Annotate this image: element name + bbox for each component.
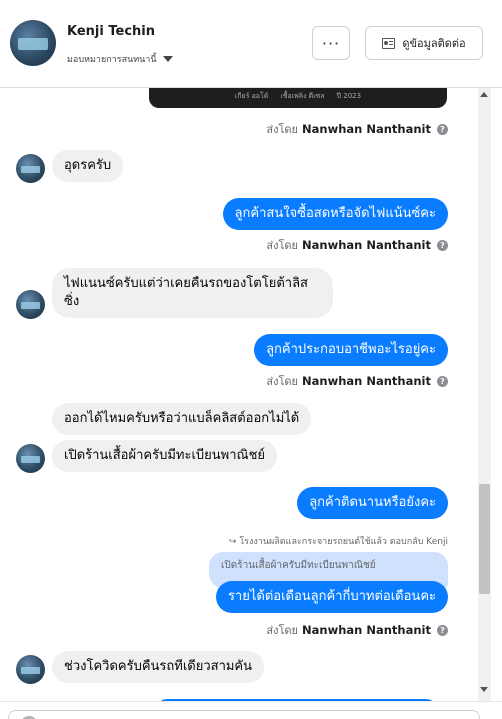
sender-avatar[interactable] bbox=[16, 655, 45, 684]
assign-conversation-dropdown[interactable]: มอบหมายการสนทนานี้ bbox=[67, 52, 173, 66]
more-icon: ··· bbox=[321, 33, 341, 53]
more-options-button[interactable]: ··· bbox=[312, 26, 350, 60]
view-contact-label: ดูข้อมูลติดต่อ bbox=[402, 37, 466, 50]
outgoing-message[interactable]: ลูกค้าติดนานหรือยังคะ bbox=[297, 487, 448, 519]
sender-name: Nanwhan Nanthanit bbox=[302, 374, 431, 388]
reply-context-note: ↪ โรงงานผลิตและกระจายรถยนต์ใช้แล้ว ตอบกล… bbox=[228, 537, 448, 547]
assign-label: มอบหมายการสนทนานี้ bbox=[67, 55, 157, 65]
message-input[interactable] bbox=[8, 710, 480, 719]
sender-name: Nanwhan Nanthanit bbox=[302, 623, 431, 637]
conversation-header: Kenji Techin มอบหมายการสนทนานี้ ··· ดูข้… bbox=[0, 0, 502, 88]
incoming-message[interactable]: ไฟแนนซ์ครับแต่ว่าเคยคืนรถของโตโยต้าลิสซิ… bbox=[52, 268, 333, 318]
sender-avatar[interactable] bbox=[16, 154, 45, 183]
view-contact-button[interactable]: ดูข้อมูลติดต่อ bbox=[365, 26, 483, 60]
chevron-down-icon bbox=[162, 56, 173, 62]
scroll-up-arrow-icon[interactable] bbox=[480, 92, 488, 97]
sender-avatar[interactable] bbox=[16, 290, 45, 319]
composer-area bbox=[0, 701, 502, 719]
sent-by-label: ส่งโดย Nanwhan Nanthanit ? bbox=[266, 621, 448, 639]
vehicle-card-footer[interactable]: เกียร์ ออโต้ เชื้อเพลิง ดีเซล ปี 2023 bbox=[149, 88, 447, 108]
card-info-transmission: เกียร์ ออโต้ bbox=[234, 91, 269, 100]
contact-avatar[interactable] bbox=[10, 20, 56, 66]
help-icon[interactable]: ? bbox=[437, 239, 448, 251]
outgoing-message[interactable]: ลูกค้าประกอบอาชีพอะไรอยู่คะ bbox=[254, 334, 448, 366]
outgoing-message[interactable]: ลูกค้าสนใจซื้อสดหรือจัดไฟแน้นซ์คะ bbox=[222, 198, 448, 230]
contact-card-icon bbox=[382, 37, 396, 49]
incoming-message[interactable]: เปิดร้านเสื้อผ้าครับมีทะเบียนพาณิชย์ bbox=[52, 440, 278, 472]
incoming-message[interactable]: อุดรครับ bbox=[52, 150, 124, 182]
sent-by-label: ส่งโดย Nanwhan Nanthanit ? bbox=[266, 372, 448, 390]
message-thread[interactable]: เกียร์ ออโต้ เชื้อเพลิง ดีเซล ปี 2023 ส่… bbox=[0, 88, 478, 701]
sent-by-label: ส่งโดย Nanwhan Nanthanit ? bbox=[266, 120, 448, 138]
card-info-fuel: เชื้อเพลิง ดีเซล bbox=[280, 91, 325, 100]
incoming-message[interactable]: ช่วงโควิดครับคืนรถทีเดียวสามคัน bbox=[52, 651, 265, 683]
reply-arrow-icon: ↪ bbox=[228, 537, 237, 547]
help-icon[interactable]: ? bbox=[437, 375, 448, 387]
contact-name[interactable]: Kenji Techin bbox=[67, 24, 155, 39]
sender-avatar[interactable] bbox=[16, 444, 45, 473]
sender-name: Nanwhan Nanthanit bbox=[302, 238, 431, 252]
sender-name: Nanwhan Nanthanit bbox=[302, 122, 431, 136]
outgoing-message[interactable]: รายได้ต่อเดือนลูกค้ากี่บาทต่อเดือนคะ bbox=[215, 581, 448, 613]
incoming-message[interactable]: ออกได้ไหมครับหรือว่าแบล็คลิสต์ออกไม่ได้ bbox=[52, 403, 312, 435]
scrollbar-track[interactable] bbox=[478, 88, 491, 701]
scrollbar-thumb[interactable] bbox=[479, 484, 490, 594]
sent-by-label: ส่งโดย Nanwhan Nanthanit ? bbox=[266, 236, 448, 254]
help-icon[interactable]: ? bbox=[437, 123, 448, 135]
help-icon[interactable]: ? bbox=[437, 624, 448, 636]
scroll-down-arrow-icon[interactable] bbox=[480, 687, 488, 692]
card-info-year: ปี 2023 bbox=[336, 91, 362, 100]
